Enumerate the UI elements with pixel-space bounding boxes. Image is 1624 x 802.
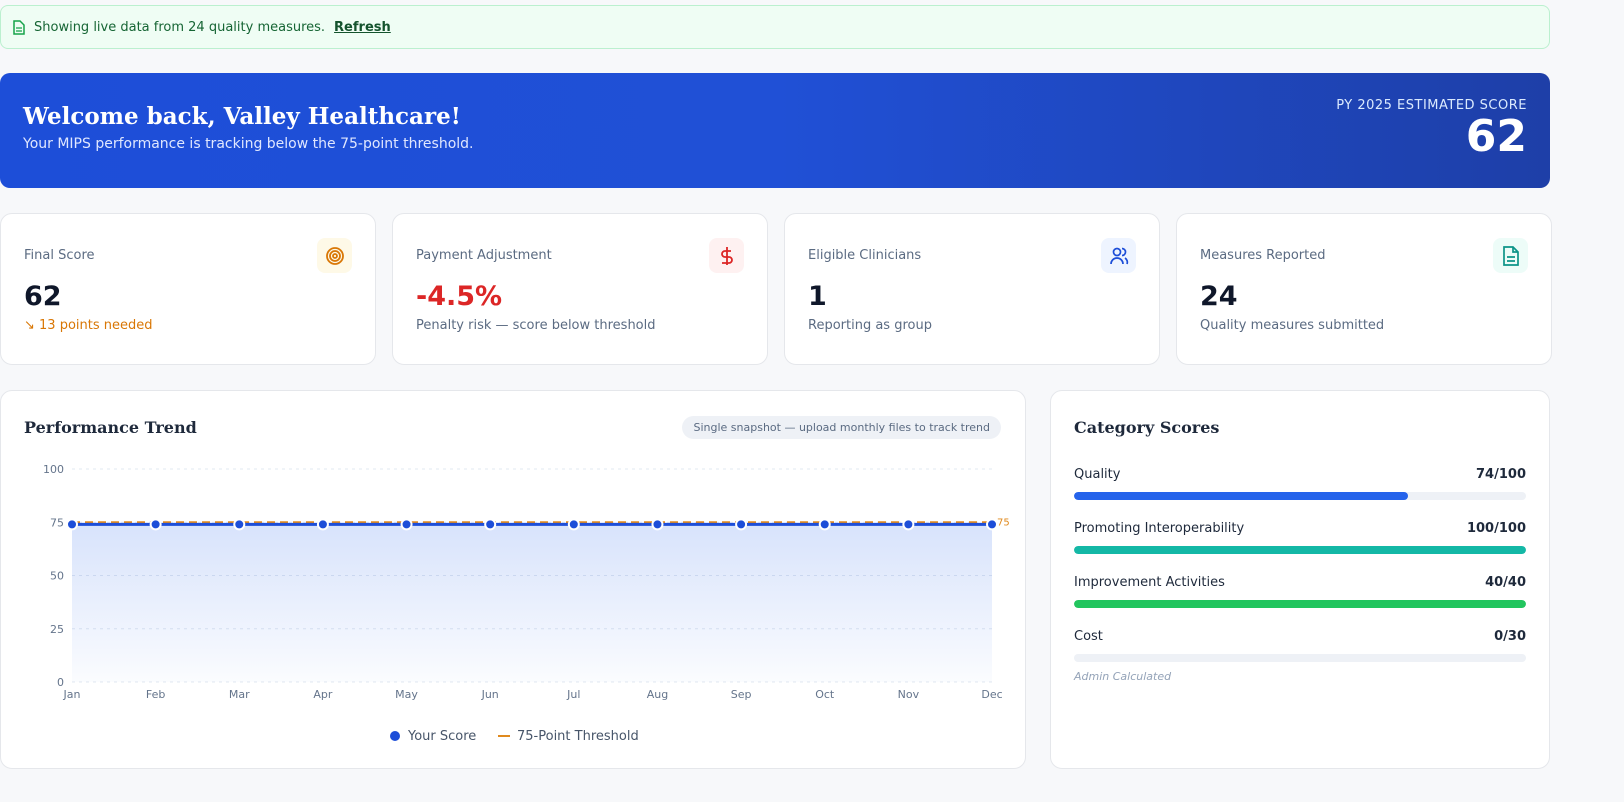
x-tick-label: Dec — [981, 688, 1002, 701]
dollar-icon — [709, 238, 744, 273]
stat-value: -4.5% — [416, 281, 503, 312]
score-point — [66, 518, 78, 531]
category-score: 100/100 — [1466, 521, 1526, 536]
category-progress-fill — [1074, 492, 1409, 500]
category-score: 0/30 — [1494, 629, 1526, 644]
category-progress-fill — [1074, 600, 1526, 608]
live-data-banner: Showing live data from 24 quality measur… — [0, 5, 1550, 49]
score-point — [400, 518, 413, 531]
stat-card: Payment Adjustment -4.5% Penalty risk — … — [392, 213, 768, 365]
score-point — [316, 518, 329, 531]
stat-title: Payment Adjustment — [416, 248, 552, 263]
stat-card: Final Score 62 ↘ 13 points needed — [0, 213, 376, 365]
category-name: Promoting Interoperability — [1074, 521, 1245, 536]
y-tick-label: 75 — [50, 516, 64, 529]
stat-subtext-label: 13 points needed — [39, 318, 153, 333]
stat-subtext: Quality measures submitted — [1200, 318, 1528, 333]
stat-value: 1 — [808, 281, 827, 312]
x-tick-label: Nov — [898, 688, 920, 701]
score-point — [567, 518, 580, 531]
x-tick-label: Apr — [313, 688, 333, 701]
y-tick-label: 25 — [50, 623, 64, 636]
category-name: Quality — [1074, 467, 1121, 482]
x-tick-label: Sep — [731, 688, 752, 701]
x-tick-label: Aug — [647, 688, 668, 701]
category-scores-panel: Category Scores Quality 74/100 Promoting … — [1050, 390, 1550, 769]
y-tick-label: 100 — [43, 463, 64, 476]
category-score: 74/100 — [1476, 467, 1526, 482]
welcome-title: Welcome back, Valley Healthcare! — [23, 103, 461, 130]
category-score-improvement-activities: Improvement Activities 40/40 — [1074, 575, 1526, 608]
category-progress-bar — [1074, 546, 1526, 554]
stat-subtext: Reporting as group — [808, 318, 1136, 333]
category-progress-fill — [1074, 546, 1526, 554]
refresh-link[interactable]: Refresh — [334, 20, 391, 35]
stat-card: Eligible Clinicians 1 Reporting as group — [784, 213, 1160, 365]
category-score-cost: Cost 0/30 Admin Calculated — [1074, 629, 1526, 683]
score-point — [484, 518, 497, 531]
category-score-quality: Quality 74/100 — [1074, 467, 1526, 500]
score-point — [818, 518, 831, 531]
category-score: 40/40 — [1485, 575, 1526, 590]
category-progress-bar — [1074, 654, 1526, 662]
score-point — [902, 518, 915, 531]
stat-value: 24 — [1200, 281, 1238, 312]
category-title: Category Scores — [1074, 418, 1220, 437]
trend-chart: 0255075100Jan Feb Mar Apr May Jun Jul Aug Sep Oct… — [43, 463, 1010, 744]
score-point — [233, 518, 246, 531]
document-icon — [13, 19, 25, 35]
x-tick-label: May — [395, 688, 418, 701]
banner-text: Showing live data from 24 quality measur… — [34, 19, 326, 35]
users-icon — [1101, 238, 1136, 273]
stat-subtext: ↘ 13 points needed — [24, 318, 352, 333]
score-point — [149, 518, 162, 531]
stat-value: 62 — [24, 281, 62, 312]
welcome-hero: Welcome back, Valley Healthcare! Your MI… — [0, 73, 1550, 188]
category-name: Cost — [1074, 629, 1103, 644]
stat-title: Measures Reported — [1200, 248, 1326, 263]
threshold-label: 75 — [997, 517, 1010, 528]
stat-title: Final Score — [24, 248, 95, 263]
legend-threshold-label: 75-Point Threshold — [517, 729, 639, 744]
category-note: Admin Calculated — [1074, 670, 1172, 683]
score-point — [735, 518, 748, 531]
category-progress-bar — [1074, 600, 1526, 608]
welcome-subtitle: Your MIPS performance is tracking below … — [23, 136, 474, 152]
trend-down-icon: ↘ — [24, 318, 40, 333]
stat-title: Eligible Clinicians — [808, 248, 922, 263]
x-tick-label: Oct — [815, 688, 835, 701]
score-area — [72, 524, 992, 682]
stat-card: Measures Reported 24 Quality measures su… — [1176, 213, 1552, 365]
stat-subtext-label: Reporting as group — [808, 318, 932, 333]
x-tick-label: Feb — [146, 688, 165, 701]
category-name: Improvement Activities — [1074, 575, 1225, 590]
y-tick-label: 50 — [50, 570, 64, 583]
legend-score-marker — [390, 731, 400, 741]
score-point — [651, 518, 664, 531]
estimated-score: 62 — [1465, 111, 1527, 162]
x-tick-label: Jan — [63, 688, 81, 701]
target-icon — [317, 238, 352, 273]
stat-subtext-label: Quality measures submitted — [1200, 318, 1385, 333]
x-tick-label: Mar — [229, 688, 250, 701]
performance-trend-panel: Performance Trend Single snapshot — uplo… — [0, 390, 1026, 769]
score-point — [986, 518, 998, 531]
x-tick-label: Jun — [481, 688, 499, 701]
stat-subtext: Penalty risk — score below threshold — [416, 318, 744, 333]
stat-subtext-label: Penalty risk — score below threshold — [416, 318, 656, 333]
legend-score-label: Your Score — [407, 729, 476, 744]
x-tick-label: Jul — [566, 688, 580, 701]
category-score-promoting-interoperability: Promoting Interoperability 100/100 — [1074, 521, 1526, 554]
file-icon — [1493, 238, 1528, 273]
category-progress-bar — [1074, 492, 1526, 500]
